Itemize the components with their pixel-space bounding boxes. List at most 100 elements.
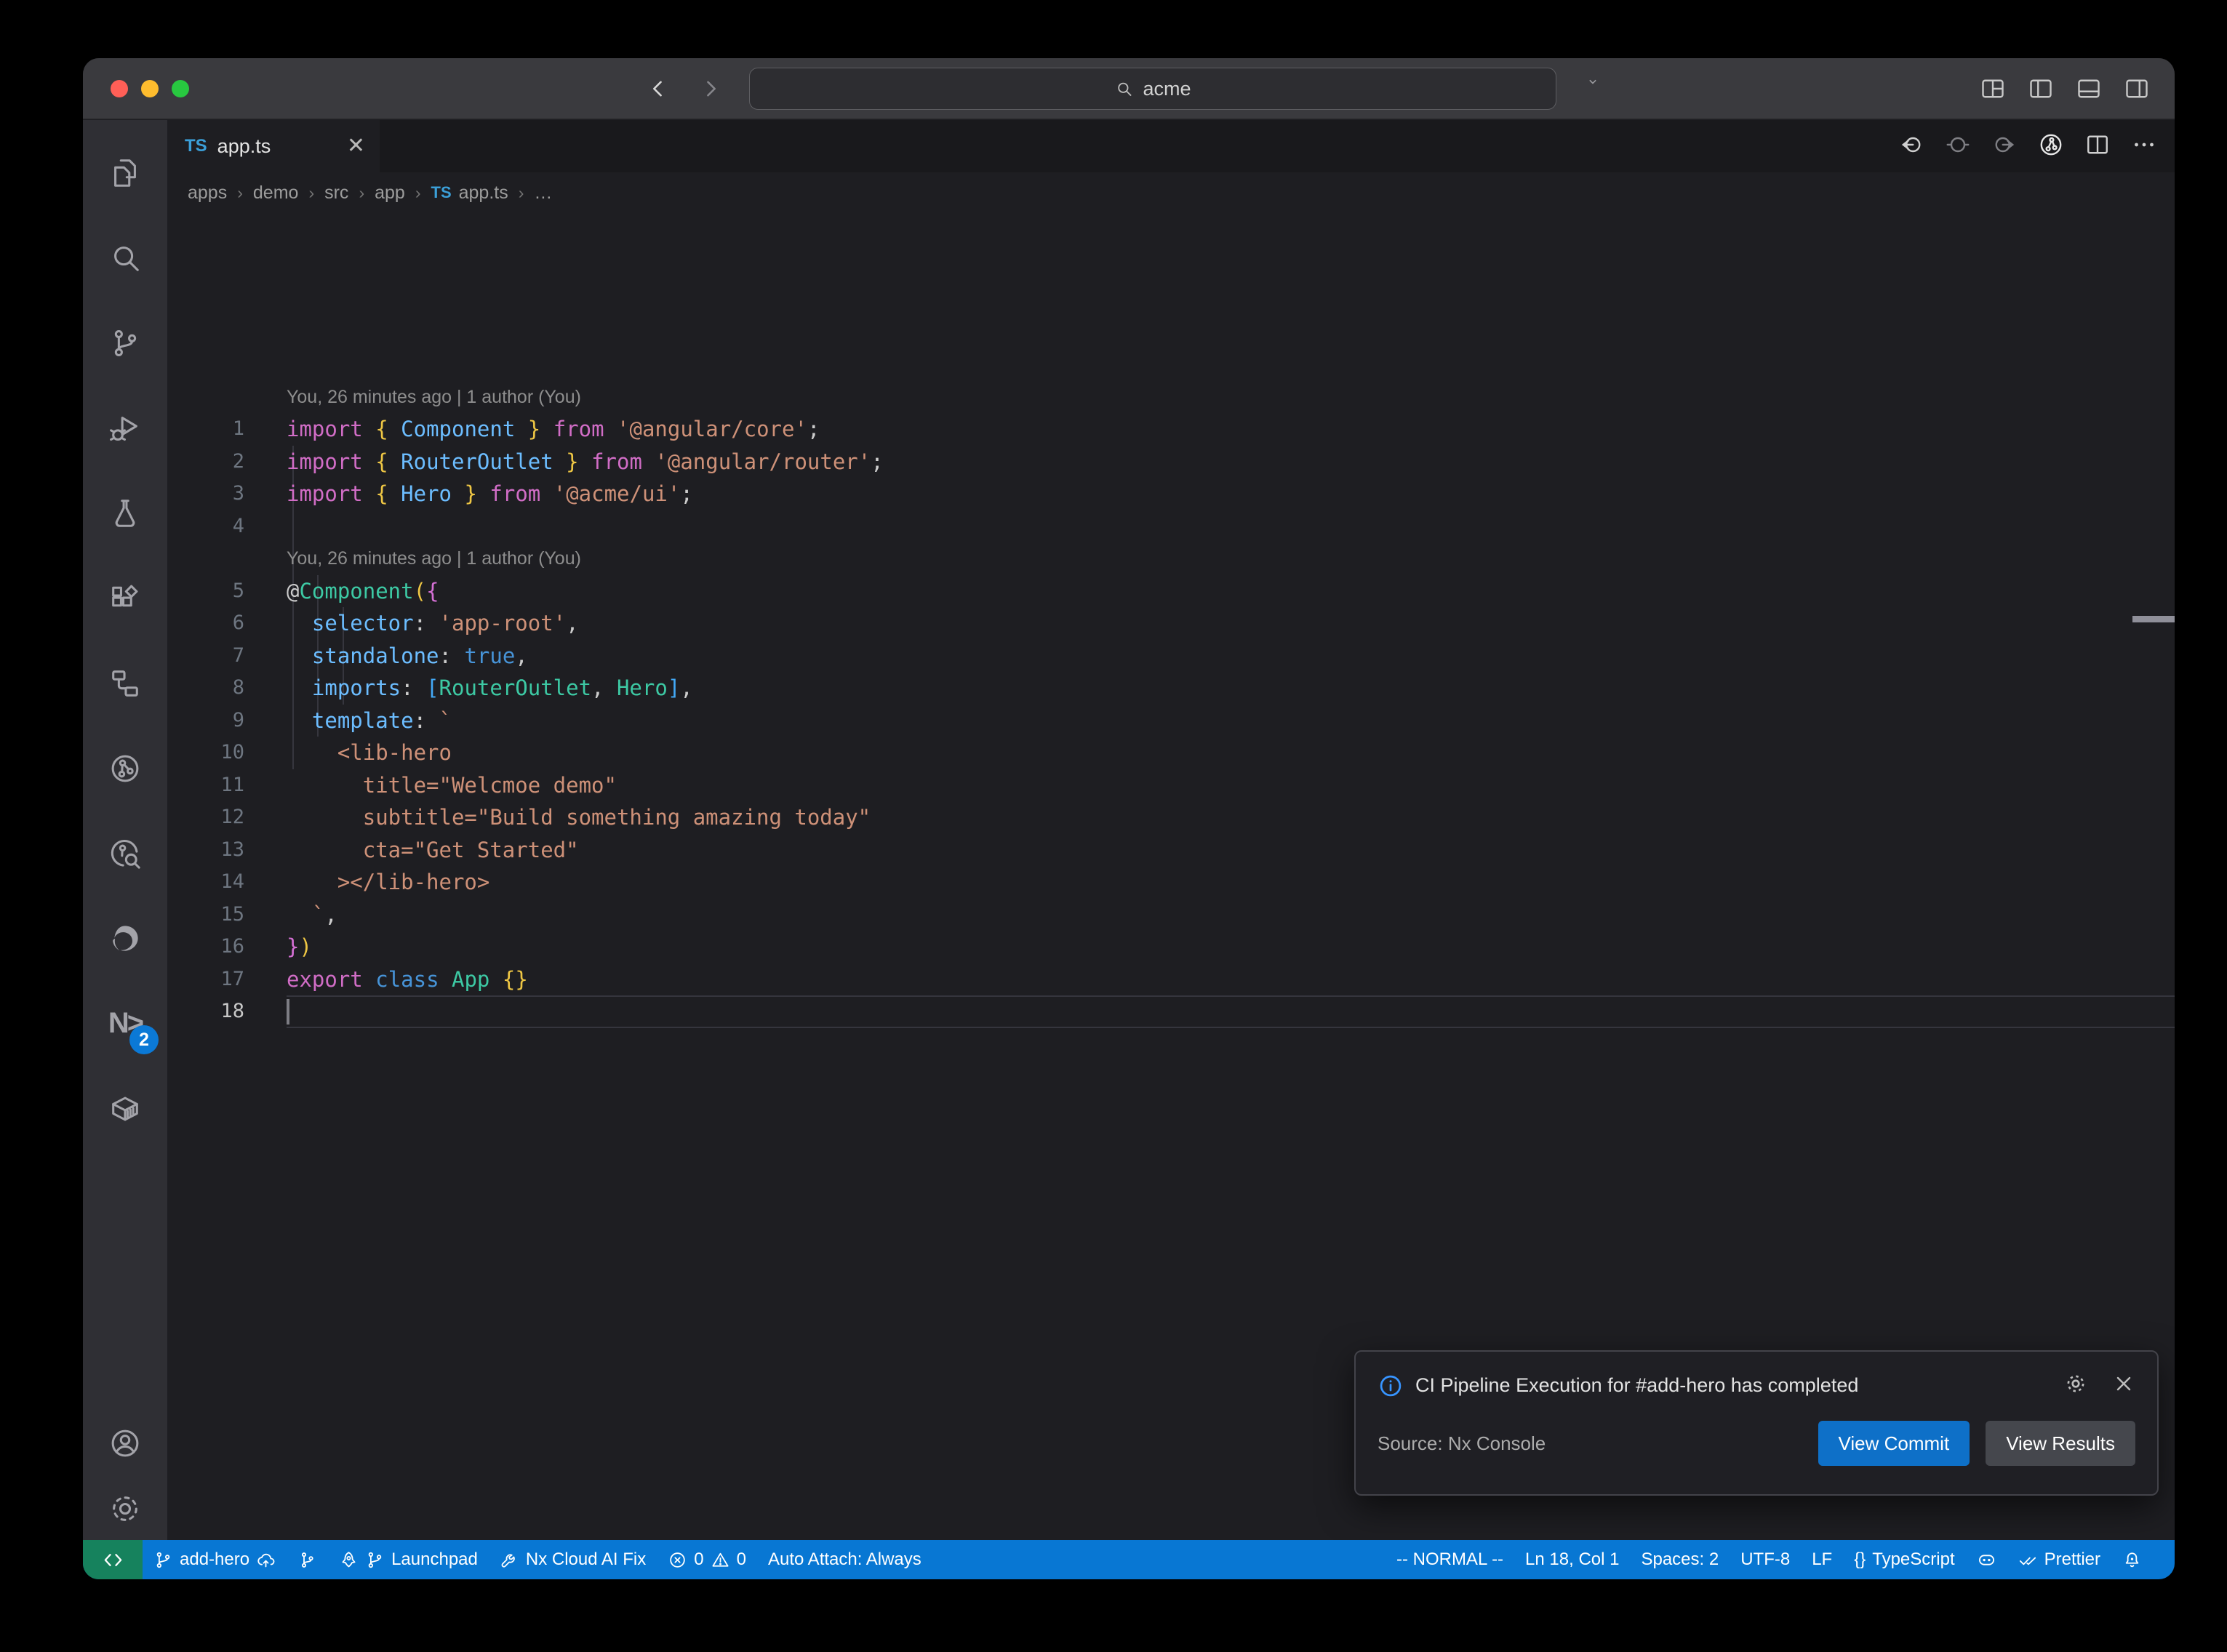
view-commit-button[interactable]: View Commit: [1818, 1421, 1970, 1466]
customize-layout-button[interactable]: [1980, 76, 2006, 105]
history-current-icon[interactable]: [1945, 132, 1971, 161]
activity-nx-console[interactable]: N>2: [83, 981, 167, 1066]
nx-cloud-ai-fix-item[interactable]: Nx Cloud AI Fix: [489, 1540, 657, 1579]
history-forward-icon[interactable]: [1991, 132, 2018, 161]
code-line-16: 16}): [167, 931, 2175, 963]
code-line-9: 9 template: `: [167, 705, 2175, 737]
activity-settings[interactable]: [83, 1492, 167, 1525]
view-results-button[interactable]: View Results: [1986, 1421, 2135, 1466]
activity-run-debug[interactable]: [83, 385, 167, 470]
close-tab-icon[interactable]: ✕: [347, 135, 365, 157]
vscode-window: acme N>2 TS app.ts ✕: [83, 58, 2175, 1579]
minimize-window-button[interactable]: [141, 80, 159, 97]
graph-sm-icon: [297, 1550, 317, 1570]
navigate-forward-button[interactable]: [698, 76, 723, 101]
wrench-icon: [500, 1550, 519, 1570]
code-line-7: 7 standalone: true,: [167, 640, 2175, 673]
blame-annotation: You, 26 minutes ago | 1 author (You): [167, 542, 2175, 575]
code-editor[interactable]: You, 26 minutes ago | 1 author (You)1imp…: [167, 213, 2175, 1540]
search-icon: [1114, 79, 1134, 99]
blame-annotation: You, 26 minutes ago | 1 author (You): [167, 381, 2175, 414]
tab-bar: TS app.ts ✕: [167, 120, 2175, 172]
line-number: 1: [167, 413, 287, 446]
activity-gitlens-search[interactable]: [83, 811, 167, 896]
error-icon: [668, 1550, 687, 1570]
line-number: 12: [167, 801, 287, 834]
line-number: 3: [167, 478, 287, 510]
settings-icon: [108, 1492, 142, 1525]
code-line-11: 11 title="Welcmoe demo": [167, 769, 2175, 802]
activity-references[interactable]: [83, 641, 167, 726]
notification-source: Source: Nx Console: [1378, 1432, 1802, 1455]
breadcrumb-item-appts[interactable]: app.ts: [459, 183, 508, 204]
breadcrumb: apps›demo›src›app›TSapp.ts›…: [167, 172, 2175, 213]
line-number: 16: [167, 931, 287, 963]
breadcrumb-item-src[interactable]: src: [324, 183, 348, 204]
code-line-10: 10 <lib-hero: [167, 737, 2175, 769]
nx-badge: 2: [129, 1025, 159, 1054]
code-line-6: 6 selector: 'app-root',: [167, 607, 2175, 640]
activity-container[interactable]: [83, 1066, 167, 1151]
more-actions-icon[interactable]: [2131, 132, 2157, 161]
breadcrumb-item-apps[interactable]: apps: [188, 183, 227, 204]
activity-accounts[interactable]: [83, 1427, 167, 1460]
notification-close-icon[interactable]: [2112, 1372, 2135, 1399]
tab-app-ts[interactable]: TS app.ts ✕: [167, 120, 380, 172]
cursor-position-item[interactable]: Ln 18, Col 1: [1514, 1540, 1630, 1579]
toggle-panel-button[interactable]: [2076, 76, 2102, 105]
layout-controls: [1980, 76, 2150, 105]
toggle-sidebar-button[interactable]: [2028, 76, 2054, 105]
commit-graph-item[interactable]: [287, 1540, 328, 1579]
line-number: 4: [167, 510, 287, 543]
nx-cloud-ai-fix-item-label: Nx Cloud AI Fix: [526, 1549, 646, 1570]
launchpad-item[interactable]: Launchpad: [328, 1540, 489, 1579]
vim-mode-item[interactable]: -- NORMAL --: [1386, 1540, 1514, 1579]
tab-label: app.ts: [217, 135, 271, 158]
activity-search[interactable]: [83, 215, 167, 300]
language-item[interactable]: {}TypeScript: [1843, 1540, 1965, 1579]
branch-icon: [153, 1550, 173, 1570]
swirl-icon: [108, 922, 142, 955]
activity-gitlens[interactable]: [83, 726, 167, 811]
code-line-3: 3import { Hero } from '@acme/ui';: [167, 478, 2175, 510]
extensions-icon: [108, 582, 142, 615]
indentation-item[interactable]: Spaces: 2: [1630, 1540, 1730, 1579]
notification-settings-gear-icon[interactable]: [2064, 1372, 2087, 1399]
copilot-menu-button[interactable]: [1586, 74, 1600, 89]
problems-item[interactable]: 00: [657, 1540, 757, 1579]
vim-mode-item-label: -- NORMAL --: [1396, 1549, 1503, 1570]
encoding-item[interactable]: UTF-8: [1730, 1540, 1801, 1579]
notification-title: CI Pipeline Execution for #add-hero has …: [1415, 1374, 2039, 1397]
git-branch-item[interactable]: add-hero: [143, 1540, 287, 1579]
line-number: 17: [167, 963, 287, 996]
breadcrumb-item-app[interactable]: app: [375, 183, 405, 204]
activity-bar: N>2: [83, 120, 167, 1540]
breadcrumb-item-demo[interactable]: demo: [253, 183, 299, 204]
close-window-button[interactable]: [111, 80, 128, 97]
split-editor-icon[interactable]: [2084, 132, 2111, 161]
formatter-item[interactable]: Prettier: [2007, 1540, 2111, 1579]
breadcrumb-item-[interactable]: …: [534, 183, 552, 204]
line-number: 14: [167, 866, 287, 899]
activity-swirl[interactable]: [83, 896, 167, 981]
line-number: 5: [167, 575, 287, 608]
notifications-bell-item[interactable]: [2111, 1540, 2153, 1579]
eol-item[interactable]: LF: [1801, 1540, 1843, 1579]
zoom-window-button[interactable]: [172, 80, 189, 97]
remote-indicator[interactable]: [83, 1540, 143, 1579]
typescript-file-icon: TS: [185, 136, 207, 156]
toggle-secondary-sidebar-button[interactable]: [2124, 76, 2150, 105]
language-item-label: {}: [1854, 1549, 1866, 1570]
activity-testing[interactable]: [83, 470, 167, 556]
history-back-icon[interactable]: [1898, 132, 1924, 161]
command-center-search[interactable]: acme: [749, 68, 1556, 110]
activity-explorer[interactable]: [83, 130, 167, 215]
titlebar: acme: [83, 58, 2175, 119]
auto-attach-item[interactable]: Auto Attach: Always: [757, 1540, 932, 1579]
code-line-15: 15 `,: [167, 899, 2175, 931]
navigate-back-button[interactable]: [646, 76, 671, 101]
commit-graph-icon[interactable]: [2038, 132, 2064, 161]
copilot-item[interactable]: [1966, 1540, 2007, 1579]
activity-source-control[interactable]: [83, 300, 167, 385]
activity-extensions[interactable]: [83, 556, 167, 641]
